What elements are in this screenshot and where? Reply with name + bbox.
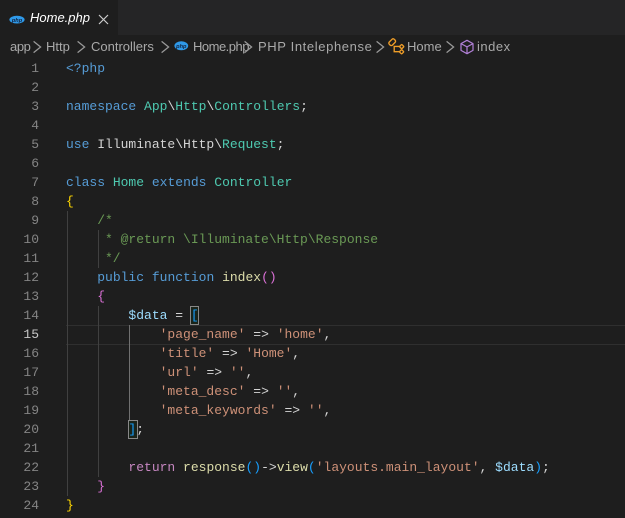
svg-text:php: php <box>11 18 23 24</box>
svg-text:php: php <box>175 44 187 50</box>
